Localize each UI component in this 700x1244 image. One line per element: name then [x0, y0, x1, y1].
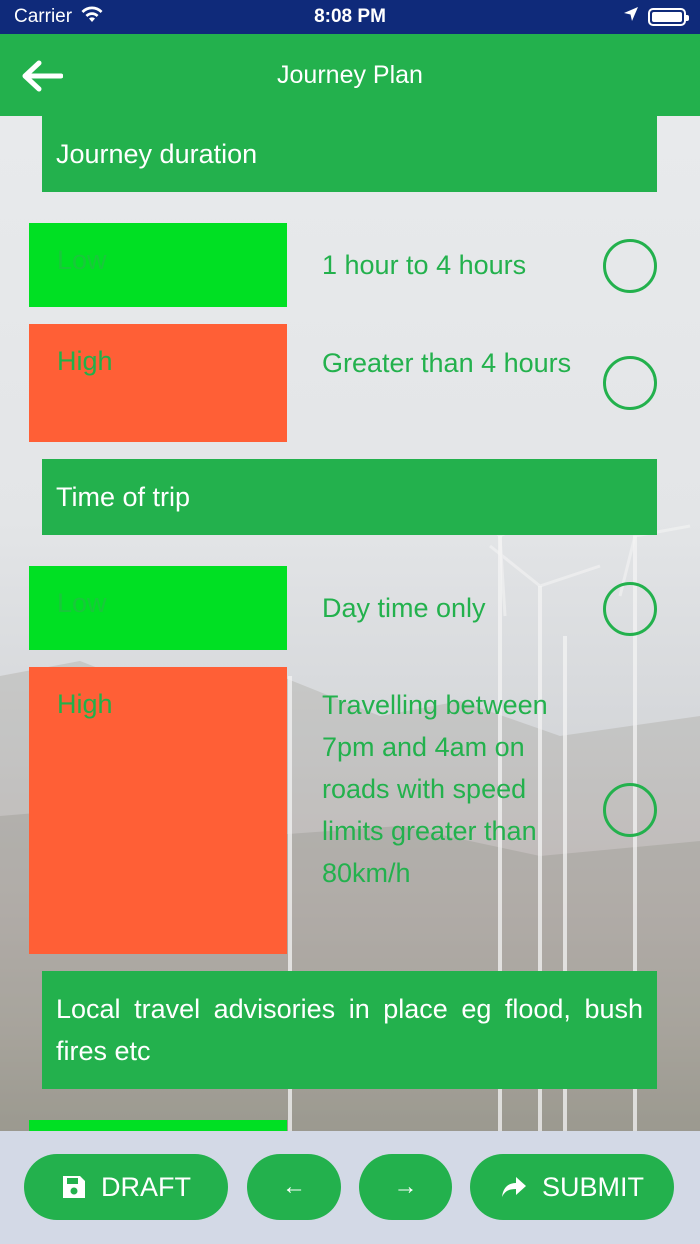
back-button[interactable]: [16, 56, 66, 96]
status-left: Carrier: [14, 5, 214, 29]
section-title: Local travel advisories in place eg floo…: [56, 994, 643, 1066]
option-radio[interactable]: [603, 239, 657, 293]
location-arrow-icon: [622, 5, 640, 29]
arrow-left-icon: [22, 60, 63, 92]
option-radio[interactable]: [603, 783, 657, 837]
risk-label: Low: [57, 588, 107, 618]
page-title: Journey Plan: [277, 60, 423, 89]
submit-label: SUBMIT: [541, 1171, 644, 1202]
risk-label: High: [57, 346, 113, 376]
submit-button[interactable]: SUBMIT: [470, 1154, 674, 1220]
draft-button[interactable]: DRAFT: [24, 1154, 228, 1220]
previous-button[interactable]: ←: [247, 1154, 341, 1220]
wifi-icon: [80, 5, 104, 29]
section-header-travel-advisories: Local travel advisories in place eg floo…: [42, 971, 657, 1089]
option-text: Day time only: [322, 593, 486, 623]
risk-low-badge: Low: [29, 566, 287, 650]
nav-bar: Journey Plan: [0, 34, 700, 116]
draft-label: DRAFT: [101, 1171, 191, 1202]
status-time: 8:08 PM: [314, 6, 386, 27]
journey-plan-form[interactable]: Journey duration Low 1 hour to 4 hours H…: [0, 116, 700, 1131]
risk-high-badge: High: [29, 324, 287, 442]
option-radio[interactable]: [603, 356, 657, 410]
section-header-time-of-trip: Time of trip: [42, 459, 657, 535]
carrier-label: Carrier: [14, 6, 73, 27]
status-right: [486, 5, 689, 29]
option-text: 1 hour to 4 hours: [322, 250, 527, 280]
status-bar: Carrier 8:08 PM: [0, 0, 700, 34]
risk-label: Low: [57, 245, 107, 275]
option-text: Travelling between 7pm and 4am on roads …: [322, 690, 548, 888]
bottom-toolbar: DRAFT ← → SUBMIT: [0, 1131, 700, 1244]
option-radio[interactable]: [603, 582, 657, 636]
section-header-journey-duration: Journey duration: [42, 116, 657, 192]
save-icon: [63, 1176, 85, 1198]
risk-high-badge: High: [29, 667, 287, 954]
next-button[interactable]: →: [359, 1154, 452, 1220]
share-icon: [501, 1177, 526, 1197]
section-title: Journey duration: [56, 139, 258, 169]
section-title: Time of trip: [56, 482, 191, 512]
risk-label: High: [57, 689, 113, 719]
battery-fill: [652, 12, 682, 22]
risk-low-badge: Low: [29, 223, 287, 307]
risk-low-badge-partial: [29, 1120, 287, 1131]
battery-icon: [648, 8, 689, 26]
arrow-left-icon: ←: [282, 1173, 306, 1200]
arrow-right-icon: →: [393, 1173, 418, 1200]
option-text: Greater than 4 hours: [322, 348, 572, 378]
